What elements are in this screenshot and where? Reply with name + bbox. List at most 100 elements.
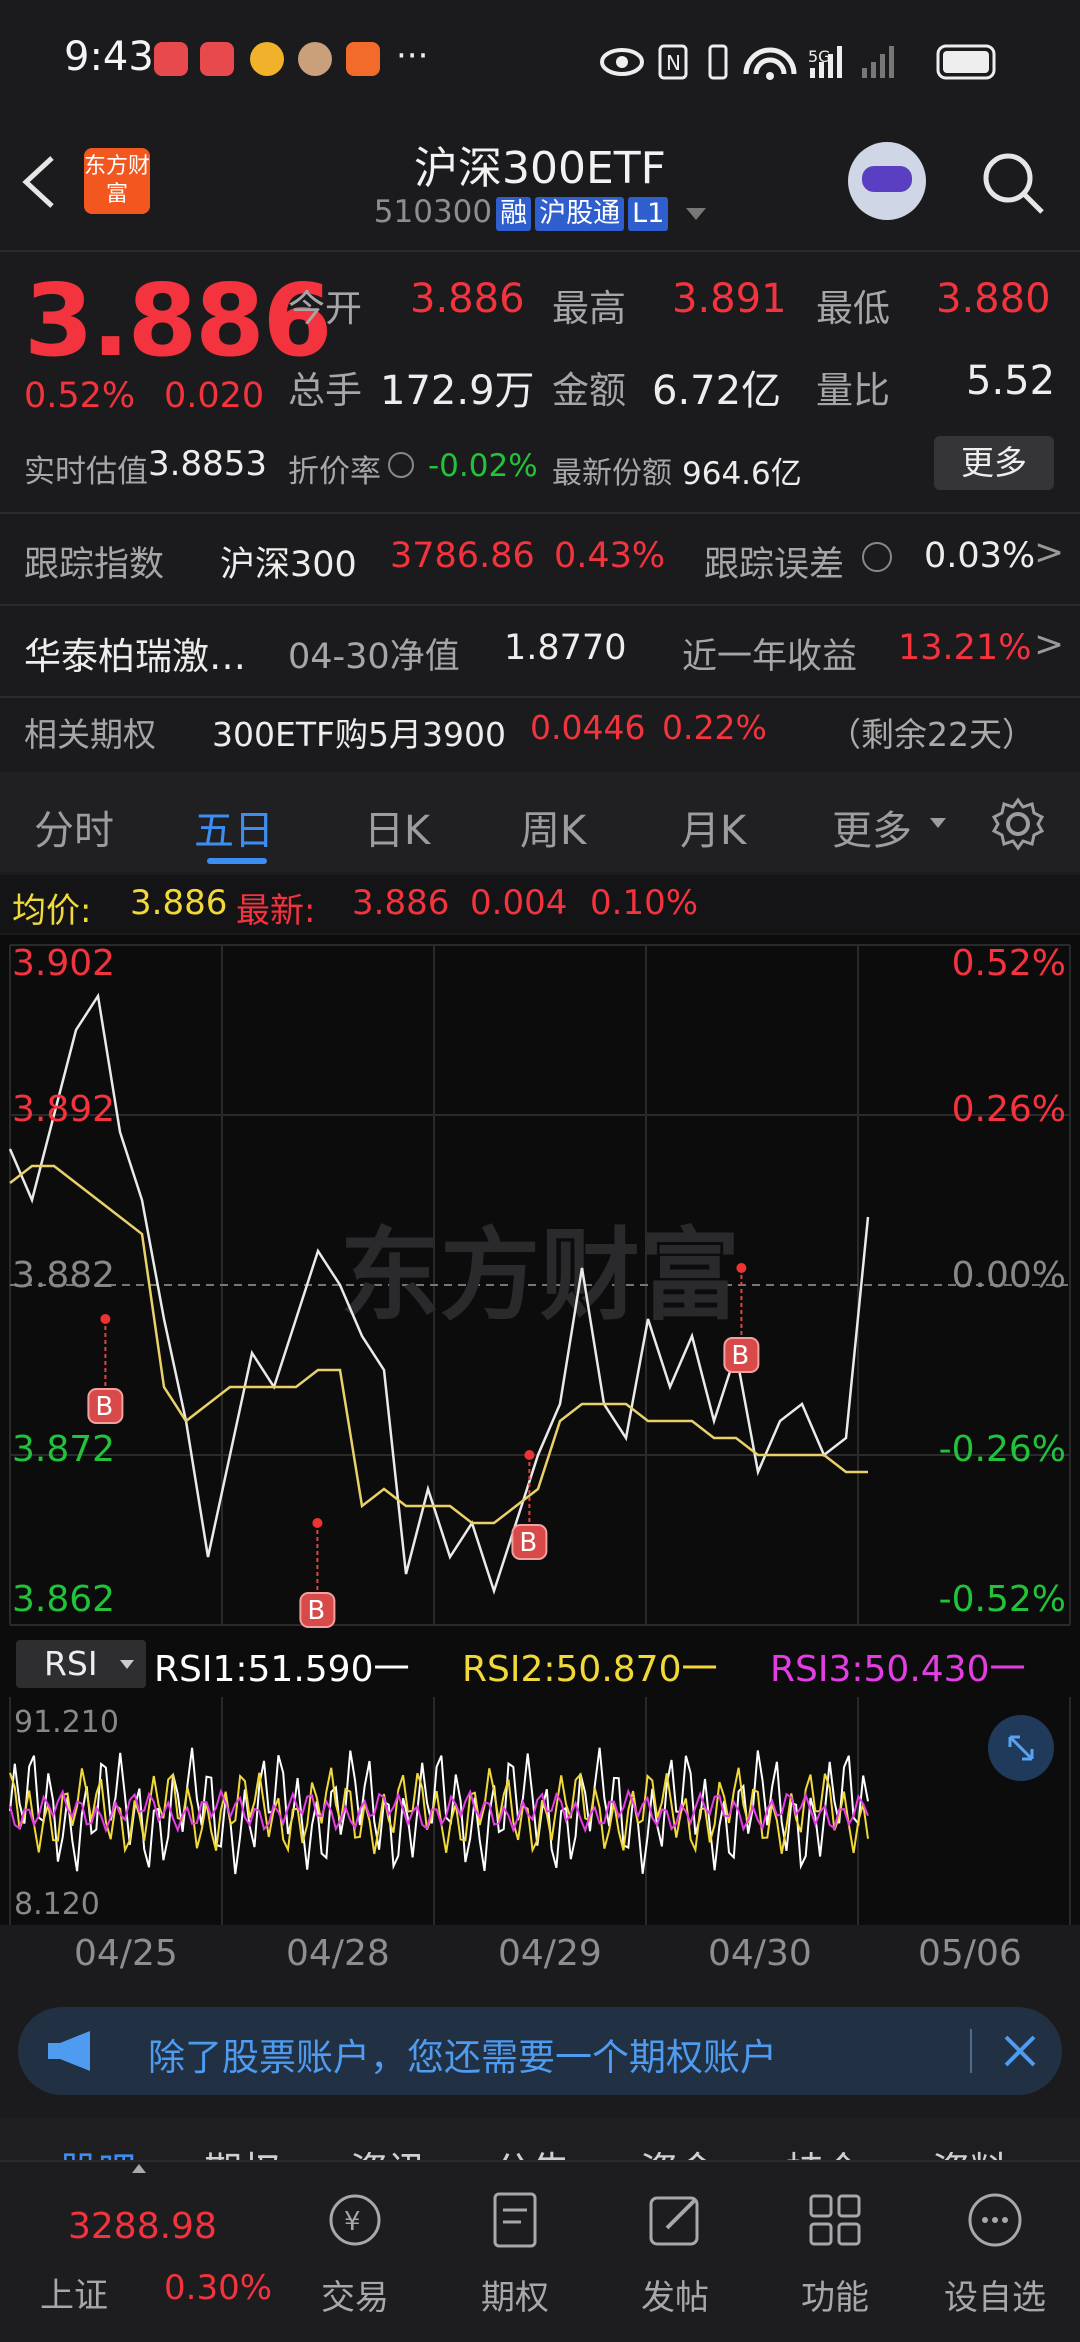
grid-icon: [809, 2194, 861, 2246]
chart-tabs: 分时 五日 日K 周K 月K 更多: [0, 772, 1080, 872]
avatar-icon: [298, 42, 332, 76]
y-tick-left: 3.902: [12, 943, 116, 984]
divider: [970, 2029, 972, 2073]
last-price: 3.886: [24, 262, 332, 379]
tab-daily-k[interactable]: 日K: [364, 798, 430, 856]
y-tick-right: 0.00%: [951, 1255, 1066, 1296]
banner-text: 除了股票账户，您还需要一个期权账户: [148, 2036, 777, 2079]
fund-row[interactable]: 华泰柏瑞激… 04-30净值 1.8770 近一年收益 13.21% >: [0, 606, 1080, 696]
shares-value: 964.6亿: [682, 456, 802, 492]
y-tick-right: -0.52%: [938, 1579, 1066, 1620]
premium-value: -0.02%: [428, 448, 538, 484]
rsi1-value: RSI1:51.590一: [154, 1649, 410, 1690]
nav-functions[interactable]: 功能: [760, 2162, 910, 2342]
tracking-label: 跟踪指数: [24, 545, 165, 585]
avg-value: 3.886: [130, 883, 228, 923]
tracking-error-label: 跟踪误差: [704, 545, 845, 585]
nav-post[interactable]: 发帖: [600, 2162, 750, 2342]
nav-options[interactable]: 期权: [440, 2162, 590, 2342]
tracking-index-row[interactable]: 跟踪指数 沪深300 3786.86 0.43% 跟踪误差 0.03% >: [0, 514, 1080, 604]
iopv-label: 实时估值: [24, 454, 148, 490]
bottom-nav: 3288.98 上证 0.30% ¥ 交易 期权 发帖 功能 设自选: [0, 2160, 1080, 2342]
tab-five-day[interactable]: 五日: [194, 798, 274, 856]
watermark: 东方财富: [340, 1217, 740, 1334]
close-icon[interactable]: [1002, 2033, 1038, 2069]
connect-tag: 沪股通: [535, 197, 625, 231]
margin-tag: 融: [496, 197, 532, 231]
help-icon[interactable]: [862, 542, 892, 572]
rsi3-value: RSI3:50.430一: [770, 1649, 1026, 1690]
svg-text:¥: ¥: [344, 2207, 361, 2237]
svg-text:B: B: [95, 1392, 113, 1422]
open-value: 3.886: [410, 276, 525, 322]
rsi-chart-svg: [9, 1697, 1071, 1925]
chevron-up-icon: [132, 2164, 146, 2173]
date-axis: 04/25 04/28 04/29 04/30 05/06: [0, 1925, 1080, 1985]
tracking-index-pct: 0.43%: [554, 536, 666, 576]
low-label: 最低: [816, 287, 890, 330]
y-tick-left: 3.882: [12, 1255, 116, 1296]
high-value: 3.891: [672, 276, 787, 322]
date-label: 04/29: [498, 1933, 602, 1974]
rsi2-value: RSI2:50.870一: [462, 1649, 718, 1690]
amount-label: 金额: [552, 369, 626, 412]
iopv-value: 3.8853: [148, 444, 267, 484]
option-remaining: （剩余22天）: [828, 715, 1035, 754]
chevron-right-icon: >: [1034, 532, 1065, 573]
amount-value: 6.72亿: [652, 368, 782, 414]
divider: [0, 250, 1080, 252]
nav-label: 04-30净值: [288, 637, 460, 677]
chevron-right-icon: >: [1034, 624, 1065, 665]
low-value: 3.880: [936, 276, 1051, 322]
more-button[interactable]: 更多: [934, 436, 1054, 490]
option-pct: 0.22%: [662, 708, 767, 747]
price-chart[interactable]: 东方财富 BBBB 3.902 3.892 3.882 3.872 3.862 …: [0, 935, 1080, 1935]
robot-assistant-icon[interactable]: [848, 142, 926, 220]
stock-header: 东方财富 沪深300ETF 510300 融沪股通 L1: [0, 120, 1080, 250]
index-value: 3288.98: [68, 2206, 217, 2247]
nav-value: 1.8770: [504, 628, 627, 668]
y-tick-right: -0.26%: [938, 1429, 1066, 1470]
rsi-max: 91.210: [14, 1705, 119, 1740]
index-quote[interactable]: 3288.98 上证 0.30%: [40, 2164, 290, 2334]
option-price: 0.0446: [530, 708, 646, 747]
date-label: 04/30: [708, 1933, 812, 1974]
search-icon[interactable]: [980, 150, 1048, 218]
status-time: 9:43: [64, 34, 154, 80]
y-tick-left: 3.872: [12, 1429, 116, 1470]
promo-banner[interactable]: 除了股票账户，您还需要一个期权账户: [18, 2007, 1062, 2095]
svg-text:B: B: [731, 1341, 749, 1371]
open-label: 今开: [288, 287, 362, 330]
tab-more[interactable]: 更多: [832, 798, 912, 856]
change-amount: 0.020: [164, 376, 265, 416]
fund-name: 华泰柏瑞激…: [24, 635, 246, 678]
tab-weekly-k[interactable]: 周K: [520, 798, 586, 856]
options-row[interactable]: 相关期权 300ETF购5月3900 0.0446 0.22% （剩余22天）: [0, 698, 1080, 770]
notification-icon: [200, 42, 234, 76]
yield-label: 近一年收益: [682, 637, 858, 677]
option-name: 300ETF购5月3900: [212, 715, 506, 754]
latest-value: 3.886: [352, 883, 450, 923]
nav-add-watchlist[interactable]: 设自选: [920, 2162, 1070, 2342]
latest-change-pct: 0.10%: [590, 883, 699, 923]
settings-gear-icon[interactable]: [990, 796, 1046, 852]
nav-trade[interactable]: ¥ 交易: [280, 2162, 430, 2342]
date-label: 05/06: [918, 1933, 1022, 1974]
chevron-down-icon: [120, 1660, 134, 1669]
status-bar: 9:43 ··· N 5G: [0, 0, 1080, 120]
index-name: 上证: [40, 2276, 108, 2316]
option-icon: [493, 2192, 537, 2248]
options-label: 相关期权: [24, 715, 156, 754]
index-pct: 0.30%: [164, 2268, 273, 2308]
tab-monthly-k[interactable]: 月K: [680, 798, 746, 856]
tab-intraday[interactable]: 分时: [34, 798, 114, 856]
expand-icon[interactable]: [988, 1715, 1054, 1781]
latest-label: 最新:: [236, 891, 316, 931]
date-label: 04/25: [74, 1933, 178, 1974]
megaphone-icon: [48, 2031, 90, 2071]
notification-icon: [154, 42, 188, 76]
info-icon[interactable]: [388, 452, 414, 478]
y-tick-left: 3.862: [12, 1579, 116, 1620]
rsi-header: RSI RSI1:51.590一 RSI2:50.870一 RSI3:50.43…: [0, 1636, 1080, 1696]
latest-change: 0.004: [470, 883, 568, 923]
